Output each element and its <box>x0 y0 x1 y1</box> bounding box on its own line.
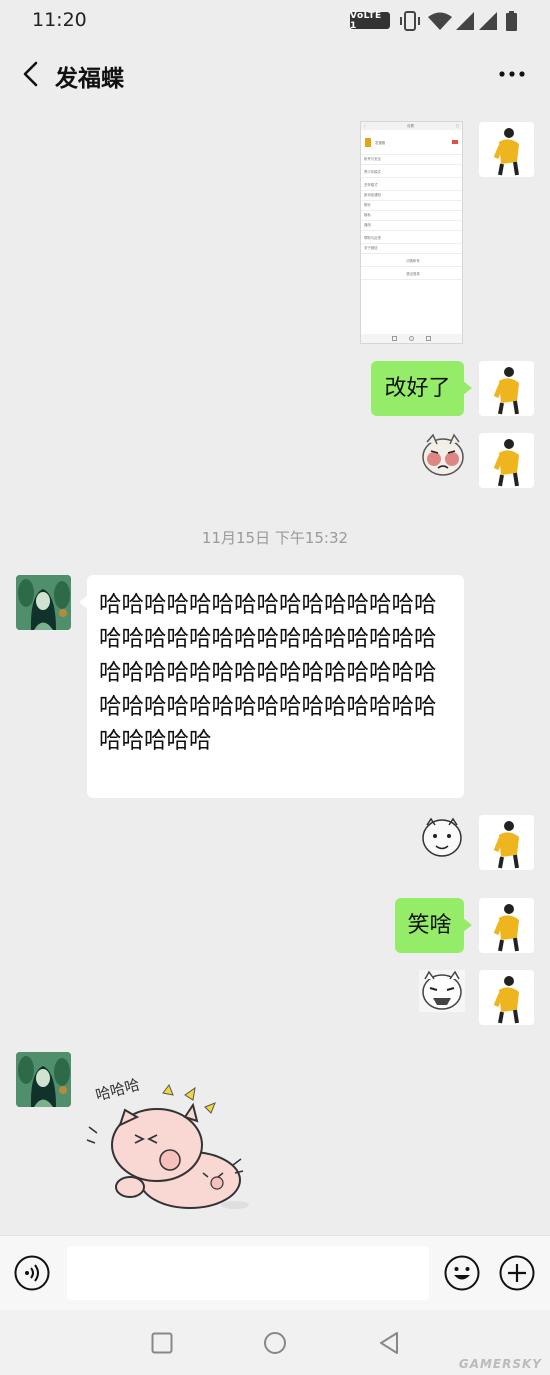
bubble-tail <box>463 918 472 932</box>
thumb-row: 帮助与反馈 <box>361 234 462 244</box>
thumb-row: 帐号与安全 <box>361 155 462 165</box>
avatar-self[interactable] <box>479 815 534 870</box>
emoji-button[interactable] <box>444 1255 480 1291</box>
avatar-self-figure <box>479 815 534 870</box>
thumb-status: ‹ 设置 ▢ <box>361 122 462 130</box>
sticker-face-message[interactable] <box>420 815 464 859</box>
thumb-account-name: 发福蝶 <box>375 140 386 145</box>
avatar-self-figure <box>479 898 534 953</box>
status-bar: 11:20 VoLTE 1 <box>0 0 550 42</box>
back-button[interactable] <box>10 54 50 94</box>
nav-back-icon[interactable] <box>378 1331 400 1355</box>
avatar-self[interactable] <box>479 433 534 488</box>
message-text: 哈哈哈哈哈哈哈哈哈哈哈哈哈哈哈哈哈哈哈哈哈哈哈哈哈哈哈哈哈哈哈哈哈哈哈哈哈哈哈哈… <box>99 592 437 754</box>
signal-icon-2 <box>479 12 497 30</box>
wifi-icon <box>428 12 452 30</box>
avatar-other-figure <box>16 1052 71 1107</box>
thumb-button: 退出登录 <box>361 270 462 280</box>
thumb-row: 隐私 <box>361 211 462 221</box>
chat-title: 发福蝶 <box>55 66 124 92</box>
thumb-row: 青少年模式 <box>361 168 462 178</box>
message-text: 笑啥 <box>407 913 452 938</box>
avatar-self[interactable] <box>479 898 534 953</box>
volte-badge: VoLTE 1 <box>350 11 390 31</box>
message-input[interactable] <box>67 1246 429 1300</box>
plus-icon <box>499 1255 535 1291</box>
message-bubble-self[interactable]: 改好了 <box>371 361 472 416</box>
more-functions-button[interactable] <box>499 1255 535 1291</box>
avatar-self-figure <box>479 433 534 488</box>
signal-icon <box>456 12 474 30</box>
avatar-self-figure <box>479 970 534 1025</box>
back-icon <box>23 61 38 87</box>
nav-recent-icon[interactable] <box>151 1332 173 1354</box>
voice-button[interactable] <box>14 1255 50 1291</box>
voice-icon <box>14 1255 50 1291</box>
thumb-title: 设置 <box>407 124 414 128</box>
avatar-other[interactable] <box>16 575 71 630</box>
vibrate-icon <box>400 11 420 31</box>
avatar-self[interactable] <box>479 970 534 1025</box>
message-bubble-other[interactable]: 哈哈哈哈哈哈哈哈哈哈哈哈哈哈哈哈哈哈哈哈哈哈哈哈哈哈哈哈哈哈哈哈哈哈哈哈哈哈哈哈… <box>79 575 464 798</box>
message-text: 改好了 <box>384 376 451 401</box>
bubble-tail <box>79 595 88 609</box>
thumb-avatar <box>365 137 371 147</box>
bubble-tail <box>463 381 472 395</box>
more-button[interactable] <box>492 54 532 94</box>
thumb-nav <box>361 334 462 343</box>
pig-drawing <box>86 1083 249 1209</box>
message-timestamp: 11月15日 下午15:32 <box>201 529 349 547</box>
avatar-self-figure <box>479 122 534 177</box>
sticker-cat-message[interactable] <box>419 970 465 1012</box>
thumb-row: 关于微信 <box>361 244 462 254</box>
thumb-row: 聊天 <box>361 201 462 211</box>
avatar-other[interactable] <box>16 1052 71 1107</box>
emoji-icon <box>444 1255 480 1291</box>
thumb-badge <box>452 140 458 144</box>
thumb-row: 关怀模式 <box>361 181 462 191</box>
message-bubble-self[interactable]: 笑啥 <box>395 898 472 953</box>
watermark: GAMERSKY <box>458 1357 542 1371</box>
title-bar: 发福蝶 <box>0 42 550 106</box>
avatar-self[interactable] <box>479 122 534 177</box>
avatar-self-figure <box>479 361 534 416</box>
status-time: 11:20 <box>32 9 87 31</box>
thumb-account: 发福蝶 <box>361 130 462 155</box>
sticker-pig-message[interactable]: 哈哈哈 <box>85 1055 255 1215</box>
thumb-row: 通用 <box>361 221 462 231</box>
sticker-blush-message[interactable] <box>421 432 466 477</box>
more-icon <box>499 71 525 77</box>
thumb-row: 新消息通知 <box>361 191 462 201</box>
avatar-other-figure <box>16 575 71 630</box>
thumb-button: 切换帐号 <box>361 257 462 267</box>
screenshot-image-message[interactable]: ‹ 设置 ▢ 发福蝶 帐号与安全 青少年模式 关怀模式 新消息通知 聊天 隐私 通用… <box>360 121 463 344</box>
input-bar <box>0 1235 550 1311</box>
nav-home-icon[interactable] <box>263 1331 287 1355</box>
avatar-self[interactable] <box>479 361 534 416</box>
battery-icon <box>506 11 517 31</box>
